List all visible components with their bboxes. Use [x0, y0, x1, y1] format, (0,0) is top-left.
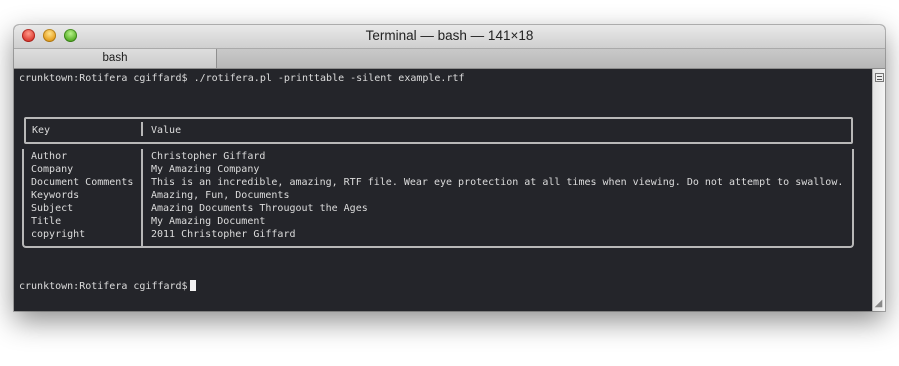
table-row-key: Document Comments: [31, 177, 134, 188]
terminal-output: crunktown:Rotifera cgiffard$ ./rotifera.…: [19, 72, 465, 85]
table-row-key: Author: [31, 151, 68, 162]
resize-grip-icon[interactable]: ◢: [872, 297, 885, 311]
table-row-value: My Amazing Document: [151, 216, 266, 227]
title-bar[interactable]: Terminal — bash — 141×18: [14, 25, 885, 49]
table-body-divider: [141, 149, 143, 246]
table-row-value: Amazing Documents Througout the Ages: [151, 203, 368, 214]
command-line: crunktown:Rotifera cgiffard$ ./rotifera.…: [19, 73, 465, 84]
table-row-value: My Amazing Company: [151, 164, 260, 175]
table-row-key: Keywords: [31, 190, 80, 201]
table-row-value: 2011 Christopher Giffard: [151, 229, 296, 240]
table-row-key: Title: [31, 216, 62, 227]
terminal-window: Terminal — bash — 141×18 bash crunktown:…: [14, 25, 885, 311]
table-keys: Author Company Document Comments Keywords Su…: [31, 150, 133, 241]
window-title: Terminal — bash — 141×18: [365, 28, 534, 43]
tab-bash[interactable]: bash: [14, 49, 217, 68]
table-row-value: Amazing, Fun, Documents: [151, 190, 290, 201]
table-values: Christopher Giffard My Amazing Company Thi…: [151, 150, 843, 241]
vertical-scrollbar[interactable]: [872, 69, 885, 311]
shell-prompt: crunktown:Rotifera cgiffard$: [19, 281, 188, 292]
table-header-key: Key: [32, 125, 51, 136]
table-row-key: Subject: [31, 203, 74, 214]
tab-bar: bash: [14, 49, 885, 69]
table-row-key: Company: [31, 164, 74, 175]
table-row-value: Christopher Giffard: [151, 151, 266, 162]
prompt-line: crunktown:Rotifera cgiffard$: [19, 280, 196, 293]
table-header-value: Value: [151, 125, 182, 136]
text-cursor: [189, 280, 196, 291]
scroll-lines-icon[interactable]: [875, 73, 884, 82]
terminal-content[interactable]: crunktown:Rotifera cgiffard$ ./rotifera.…: [14, 69, 872, 311]
table-header-border: [24, 117, 853, 144]
table-row-key: copyright: [31, 229, 86, 240]
table-header-divider: [141, 122, 143, 136]
table-row-value: This is an incredible, amazing, RTF file…: [151, 177, 844, 188]
